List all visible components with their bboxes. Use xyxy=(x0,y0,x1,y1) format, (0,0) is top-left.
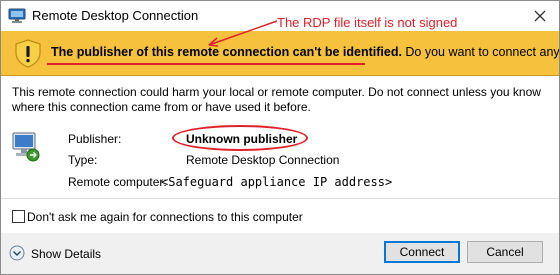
remote-computer-value: <Safeguard appliance IP address> xyxy=(161,175,393,189)
warning-shield-icon xyxy=(13,38,43,68)
type-value: Remote Desktop Connection xyxy=(186,153,340,167)
annotation-ellipse xyxy=(172,125,308,151)
window-title: Remote Desktop Connection xyxy=(32,8,199,23)
connect-button[interactable]: Connect xyxy=(384,241,460,263)
publisher-label: Publisher: xyxy=(68,132,122,146)
dont-ask-checkbox[interactable] xyxy=(12,210,25,223)
show-details-label: Show Details xyxy=(31,247,102,261)
rdp-dialog-window: Remote Desktop Connection The publisher … xyxy=(0,0,560,275)
annotation-underline xyxy=(47,63,365,65)
divider xyxy=(1,198,559,199)
remote-computer-icon xyxy=(11,131,41,163)
warning-description: This remote connection could harm your l… xyxy=(12,85,541,114)
remote-computer-label: Remote computer: xyxy=(68,175,167,189)
chevron-down-circle-icon xyxy=(9,245,25,261)
warning-question: The publisher of this remote connection … xyxy=(51,45,560,59)
annotation-text: The RDP file itself is not signed xyxy=(277,15,458,30)
type-label: Type: xyxy=(68,153,98,167)
close-icon xyxy=(534,10,546,22)
rdp-app-icon xyxy=(8,8,26,24)
warning-question-rest: Do you want to connect anyway? xyxy=(405,45,560,59)
dont-ask-label[interactable]: Don't ask me again for connections to th… xyxy=(27,210,303,224)
cancel-button[interactable]: Cancel xyxy=(467,241,543,263)
close-button[interactable] xyxy=(523,3,557,29)
